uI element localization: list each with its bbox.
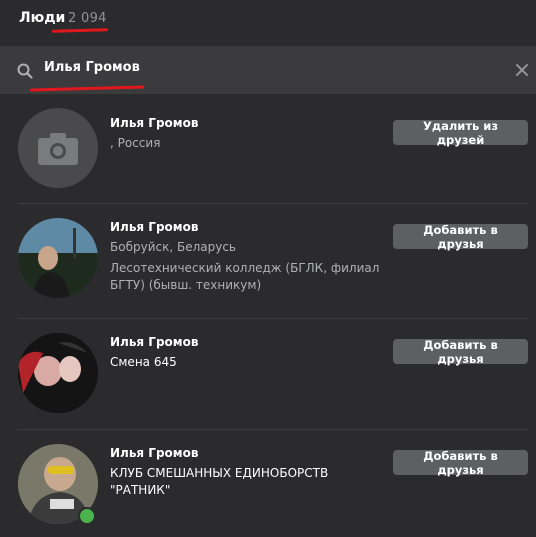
camera-icon	[38, 133, 78, 165]
person-location: , Россия	[110, 136, 161, 150]
person-info: КЛУБ СМЕШАННЫХ ЕДИНОБОРСТВ "РАТНИК"	[110, 466, 329, 497]
person-education: Лесотехнический колледж (БГЛК, филиал БГ…	[110, 261, 380, 292]
person-name[interactable]: Илья Громов	[110, 446, 198, 460]
profile-photo	[18, 218, 98, 298]
divider	[18, 429, 528, 430]
online-status-indicator	[78, 507, 96, 525]
profile-photo	[18, 333, 98, 413]
person-name[interactable]: Илья Громов	[110, 335, 198, 349]
person-name[interactable]: Илья Громов	[110, 116, 198, 130]
add-friend-button[interactable]: Добавить в друзья	[393, 449, 528, 477]
search-input[interactable]	[44, 60, 464, 75]
red-annotation-underline	[51, 28, 109, 33]
search-icon[interactable]	[16, 62, 34, 80]
person-location: Бобруйск, Беларусь	[110, 240, 236, 254]
people-count: 2 094	[68, 11, 107, 26]
add-friend-button[interactable]: Добавить в друзья	[393, 338, 528, 366]
search-bar	[0, 46, 536, 94]
add-friend-button[interactable]: Добавить в друзья	[393, 223, 528, 251]
avatar[interactable]	[18, 108, 98, 188]
avatar[interactable]	[18, 218, 98, 298]
person-name[interactable]: Илья Громов	[110, 220, 198, 234]
divider	[18, 203, 528, 204]
remove-friend-button[interactable]: Удалить из друзей	[393, 119, 528, 147]
divider	[18, 318, 528, 319]
avatar[interactable]	[18, 333, 98, 413]
person-info: Смена 645	[110, 355, 177, 369]
red-annotation-underline	[29, 85, 145, 92]
header-title: Люди	[19, 10, 66, 26]
close-icon[interactable]	[514, 62, 530, 78]
people-header: Люди 2 094	[0, 0, 536, 46]
